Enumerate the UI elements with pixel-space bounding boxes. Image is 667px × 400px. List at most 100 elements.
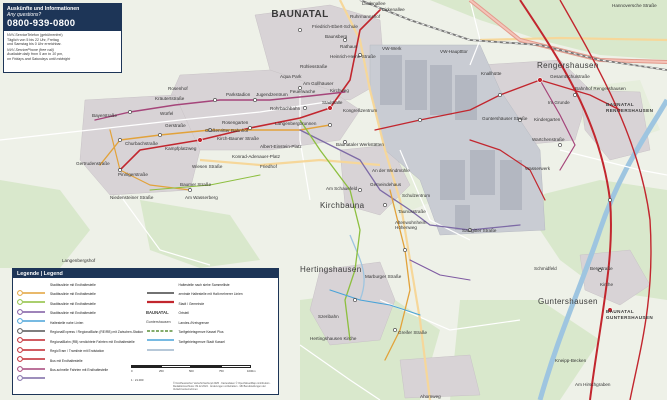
stop-label: Rosengarten — [222, 120, 249, 125]
legend-title: Legende | Legend — [13, 269, 278, 278]
stop-label: Knallhütte — [481, 71, 502, 76]
central-stop-marker[interactable] — [537, 77, 543, 83]
stop-label: Jugendzentrum — [256, 92, 288, 97]
stop-label: Kirch-Bauner Straße — [217, 136, 259, 141]
legend-symbol — [17, 283, 47, 296]
stop-label: Wasserwerk — [525, 166, 551, 171]
legend-panel: Legende | Legend Stadtbuslinie mit Endha… — [12, 268, 279, 395]
legend-symbol — [17, 292, 47, 306]
stop-marker[interactable] — [608, 198, 612, 202]
legend-item-label: Stadtbuslinie mit Endhaltestelle — [50, 292, 96, 297]
stop-label: Szeribahn — [318, 314, 339, 319]
stop-marker[interactable] — [213, 98, 217, 102]
stop-label: Langenbergbrunnen — [275, 121, 317, 126]
scale-tick: 750 — [219, 368, 224, 373]
stop-marker[interactable] — [188, 188, 192, 192]
stop-marker[interactable] — [248, 126, 252, 130]
legend-item-label: Bus mit Endhaltestelle — [50, 358, 83, 363]
legend-symbol: Guntershausen — [146, 311, 176, 324]
scale-tick: 250 — [159, 368, 164, 373]
stop-label: Gerstraße — [165, 123, 186, 128]
stop-marker[interactable] — [353, 298, 357, 302]
stop-label: Niedensteiner Straße — [110, 195, 154, 200]
legend-symbol — [17, 349, 47, 363]
legend-item: Guntershausen Ortsteil — [146, 310, 275, 325]
legend-item-label: Stadtbuslinie mit Endhaltestelle — [50, 301, 96, 306]
legend-item: Stadtbuslinie mit Endhaltestelle — [17, 300, 146, 315]
central-stop-marker[interactable] — [327, 105, 333, 111]
stop-label: VW-Hauptttor — [440, 49, 468, 54]
stop-label: Guntershäuser Straße — [482, 116, 528, 121]
legend-left-column: Stadtbuslinie mit Endhaltestelle Stadtbus… — [17, 281, 146, 382]
stop-marker[interactable] — [328, 123, 332, 127]
stop-label: Am Wasserberg — [185, 195, 218, 200]
legend-symbol: BAUNATAL — [146, 302, 176, 315]
info-line: und Samstag bis 0 Uhr erreichbar. — [7, 42, 62, 46]
stop-marker[interactable] — [418, 118, 422, 122]
stop-label: Rohrbachbahn — [270, 106, 301, 111]
town-label-hertingshausen: Hertingshausen — [300, 265, 362, 274]
stop-marker[interactable] — [118, 138, 122, 142]
legend-symbol — [17, 368, 47, 382]
legend-item: Bus-schnelle Fahrten mit Endhaltestelle — [17, 367, 146, 382]
stop-marker[interactable] — [573, 93, 577, 97]
legend-symbol — [17, 330, 47, 344]
legend-symbol — [17, 340, 47, 353]
legend-item: Stadtbuslinie mit Endhaltestelle — [17, 281, 146, 296]
stop-label: Ruhrmannshof — [350, 14, 381, 19]
town-label-rengershausen: Rengershausen — [537, 61, 599, 70]
stop-marker[interactable] — [253, 98, 257, 102]
legend-symbol — [17, 321, 47, 334]
legend-right-column: Haltestelle nach siehe Sammelliste zentra… — [146, 281, 275, 376]
stop-label: Baumer Straße — [180, 182, 212, 187]
stop-label: Wartchenstraße — [532, 137, 565, 142]
info-box: Auskünfte und Informationen Any question… — [3, 3, 122, 73]
scale-ratio: 1 : 21.000 — [131, 378, 144, 382]
legend-item: RegionalExpress / RegionalBahn (RE/RB) m… — [17, 329, 146, 344]
stop-label: Marburger Straße — [365, 274, 402, 279]
stop-label: Baunsberg — [325, 34, 348, 39]
stop-label: Gemeindehaus — [370, 182, 402, 187]
stop-marker[interactable] — [303, 106, 307, 110]
info-phone-number[interactable]: 0800-939-0800 — [7, 18, 118, 29]
legend-symbol — [146, 292, 176, 304]
town-label-kirchbauna: Kirchbauna — [320, 201, 365, 210]
stop-label: An der Windmühle — [372, 168, 410, 173]
station-label-baunatal-guntershausen-2: GUNTERSHAUSEN — [606, 315, 653, 320]
stop-label: Kneipp-Becken — [555, 358, 587, 363]
legend-item: Haltestelle nahe Linien — [17, 319, 146, 334]
stop-label: VW-Werk — [382, 46, 402, 51]
scale-bar: 0 250 500 750 1000m — [131, 365, 278, 374]
legend-item-label: Tarifgebietsgrenze Stadt Kassel — [178, 339, 225, 344]
stop-label: Schmidfeld — [534, 266, 557, 271]
stop-marker[interactable] — [403, 248, 407, 252]
stop-label: Taunusstraße — [398, 209, 426, 214]
stop-label: Hannoversche Straße — [612, 3, 657, 8]
central-stop-marker[interactable] — [197, 137, 203, 143]
town-label-guntershausen: Guntershausen — [538, 297, 598, 306]
stop-marker[interactable] — [358, 188, 362, 192]
stop-label: Baunataler Werkstätten — [336, 142, 384, 147]
stop-label: Wiesen Straße — [192, 164, 223, 169]
stop-label: Bergstraße — [590, 266, 613, 271]
stop-label: Albert-Einstein-Platz — [260, 144, 302, 149]
legend-item-label: Landes-/Kreisgrenze — [178, 320, 209, 325]
stop-marker[interactable] — [383, 203, 387, 207]
stop-marker[interactable] — [498, 93, 502, 97]
scale-tick: 500 — [189, 368, 194, 373]
legend-symbol — [146, 330, 176, 341]
station-label-baunatal-rengershausen-2: RENGERSHAUSEN — [606, 108, 654, 113]
stop-label: Pinnigerstraße — [118, 172, 148, 177]
copyright-text: © Nordhessischer VerkehrsVerbund 2025 · … — [173, 382, 272, 391]
stop-marker[interactable] — [558, 143, 562, 147]
stop-marker[interactable] — [158, 133, 162, 137]
stop-label: Kräutertstraße — [155, 96, 185, 101]
info-line: on Fridays and Saturdays until midnight — [7, 56, 71, 61]
stop-marker[interactable] — [298, 28, 302, 32]
legend-item-label: Bus-schnelle Fahrten mit Endhaltestelle — [50, 368, 109, 373]
legend-item-label: Stadt / Gemeinde — [178, 301, 205, 306]
stop-label: Aqua Park — [280, 74, 302, 79]
stop-label: Im Grunde — [548, 100, 570, 105]
stop-marker[interactable] — [393, 328, 397, 332]
stop-marker[interactable] — [128, 110, 132, 114]
